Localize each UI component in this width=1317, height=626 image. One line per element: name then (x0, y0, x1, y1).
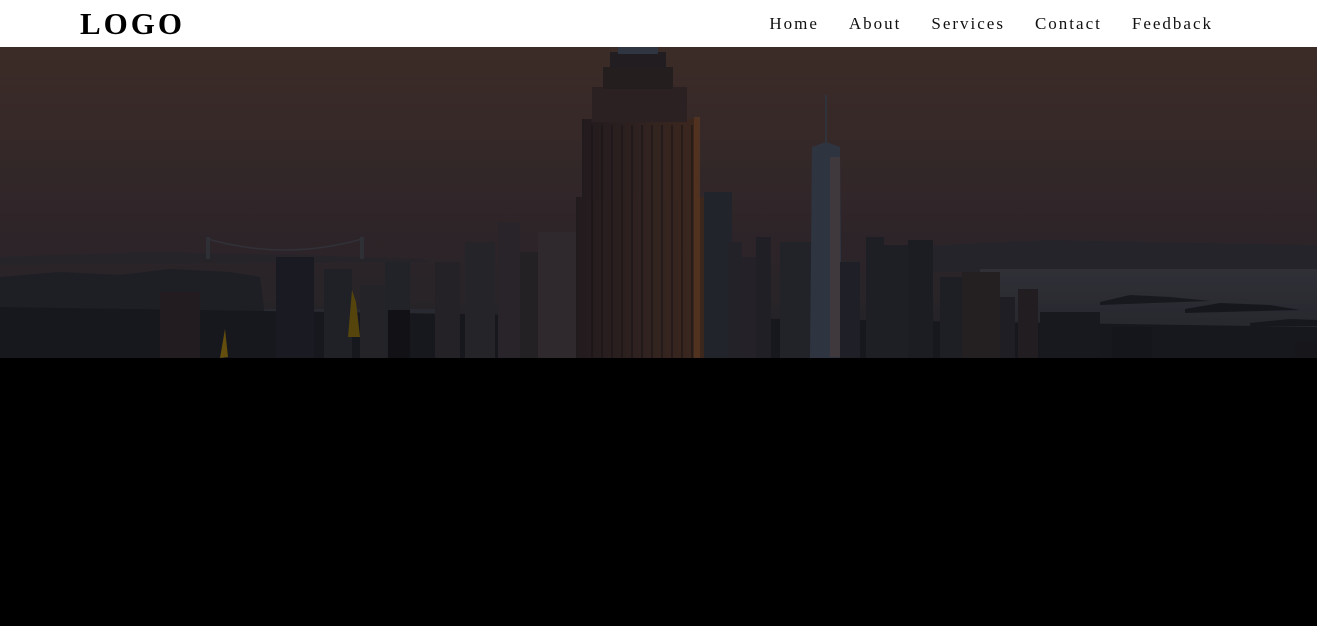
site-logo[interactable]: LOGO (80, 8, 185, 39)
nav-link-home[interactable]: Home (769, 14, 819, 34)
main-nav: Home About Services Contact Feedback (739, 14, 1213, 34)
site-header: LOGO Home About Services Contact Feedbac… (0, 0, 1317, 47)
nav-link-about[interactable]: About (849, 14, 902, 34)
dark-content-area (0, 358, 1317, 626)
hero-skyline-image (0, 47, 1317, 358)
nav-link-services[interactable]: Services (931, 14, 1005, 34)
nav-link-contact[interactable]: Contact (1035, 14, 1102, 34)
nav-link-feedback[interactable]: Feedback (1132, 14, 1213, 34)
hero-banner (0, 47, 1317, 358)
